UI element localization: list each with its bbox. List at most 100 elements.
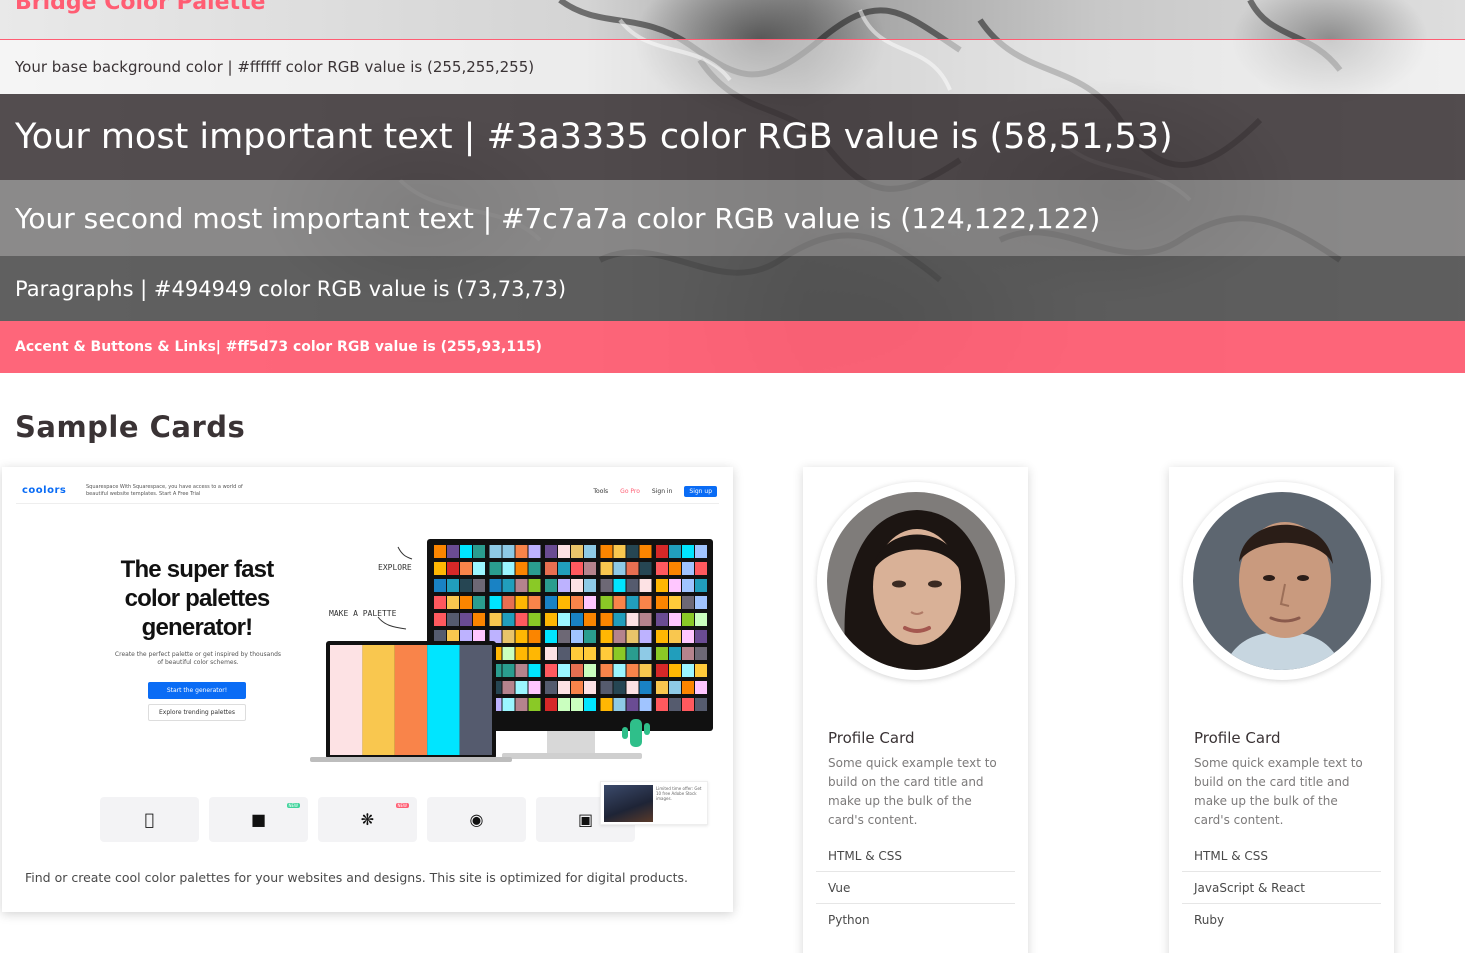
palette-swatch [613,562,626,575]
paragraph-color-band: Paragraphs | #494949 color RGB value is … [0,256,1465,321]
palette-swatch [571,562,583,575]
palette-swatch [613,613,626,626]
palette-swatch [528,545,541,558]
palette-swatch [613,545,626,558]
palette-swatch [545,681,557,694]
palette-swatch [434,579,446,592]
profile-card: Profile Card Some quick example text to … [1169,467,1394,953]
palette-swatch [695,579,707,592]
laptop-color-stripe [330,645,363,755]
new-badge: NEW [286,803,300,808]
palette-swatch [626,613,639,626]
palette-swatch [502,613,515,626]
profile-card-list: HTML & CSS Vue Python [816,840,1015,936]
palette-swatch [639,545,652,558]
palette-swatch [626,647,639,660]
mini-explore-button: Explore trending palettes [148,704,246,721]
palette-swatch [558,681,570,694]
android-icon: ■ NEW [209,797,308,842]
palette-swatch [502,698,515,711]
palette-swatch [558,630,570,643]
palette-swatch [558,596,570,609]
palette-swatch [669,681,681,694]
laptop-color-stripe [394,645,428,755]
avatar-frame [1183,482,1381,680]
palette-swatch [639,596,652,609]
palette-swatch [626,596,639,609]
important-color-text: Your most important text | #3a3335 color… [15,117,1173,157]
palette-swatch [695,596,707,609]
palette-swatch [584,579,596,592]
palette-swatch [558,664,570,677]
palette-swatch [434,562,446,575]
palette-swatch [613,579,626,592]
palette-swatch [656,698,668,711]
palette-swatch [669,664,681,677]
palette-swatch [489,562,502,575]
palette-swatch [695,613,707,626]
section-title: Sample Cards [15,410,246,444]
palette-swatch [528,630,541,643]
palette-swatch [669,613,681,626]
palette-swatch [584,630,596,643]
palette-swatch [600,681,613,694]
palette-swatch [447,596,459,609]
palette-swatch [613,596,626,609]
palette-swatch [473,596,485,609]
palette-swatch [515,562,528,575]
palette-swatch [682,647,694,660]
laptop-palette [330,645,492,755]
palette-swatch [639,681,652,694]
mini-promo: Squarespace With Squarespace, you have a… [86,484,243,497]
palette-swatch [695,647,707,660]
palette-swatch [626,681,639,694]
palette-swatch [656,664,668,677]
palette-swatch [584,562,596,575]
palette-swatch [545,545,557,558]
palette-swatch [571,664,583,677]
palette-swatch [460,562,472,575]
palette-swatch [695,681,707,694]
palette-swatch [460,579,472,592]
palette-swatch [600,664,613,677]
palette-swatch [639,698,652,711]
apple-icon:  [100,797,199,842]
palette-swatch [515,681,528,694]
mini-nav-tools: Tools [593,488,609,495]
palette-swatch [682,596,694,609]
mini-nav-gopro: Go Pro [620,488,640,495]
palette-swatch [515,630,528,643]
mini-navbar: coolors Squarespace With Squarespace, yo… [16,482,719,504]
palette-swatch [584,596,596,609]
base-color-text: Your base background color | #ffffff col… [15,58,535,76]
profile-card: Profile Card Some quick example text to … [803,467,1028,953]
palette-swatch [600,647,613,660]
palette-swatch [639,664,652,677]
palette-swatch [447,562,459,575]
palette-swatch [695,562,707,575]
palette-swatch [613,664,626,677]
palette-swatch [613,681,626,694]
palette-swatch [626,630,639,643]
palette-swatch [434,613,446,626]
palette-swatch [460,613,472,626]
palette-swatch [515,545,528,558]
palette-swatch [656,579,668,592]
palette-swatch [669,630,681,643]
palette-swatch [600,698,613,711]
base-color-band: Your base background color | #ffffff col… [0,40,1465,94]
palette-swatch [447,613,459,626]
list-item: Vue [816,872,1015,904]
palette-swatch [682,681,694,694]
palette-swatch [682,545,694,558]
palette-swatch [656,596,668,609]
palette-swatch [613,630,626,643]
palette-swatch [489,613,502,626]
palette-swatch [545,698,557,711]
palette-swatch [447,545,459,558]
laptop-color-stripe [362,645,395,755]
palette-swatch [502,681,515,694]
palette-swatch [515,596,528,609]
palette-swatch [695,545,707,558]
palette-swatch [502,630,515,643]
